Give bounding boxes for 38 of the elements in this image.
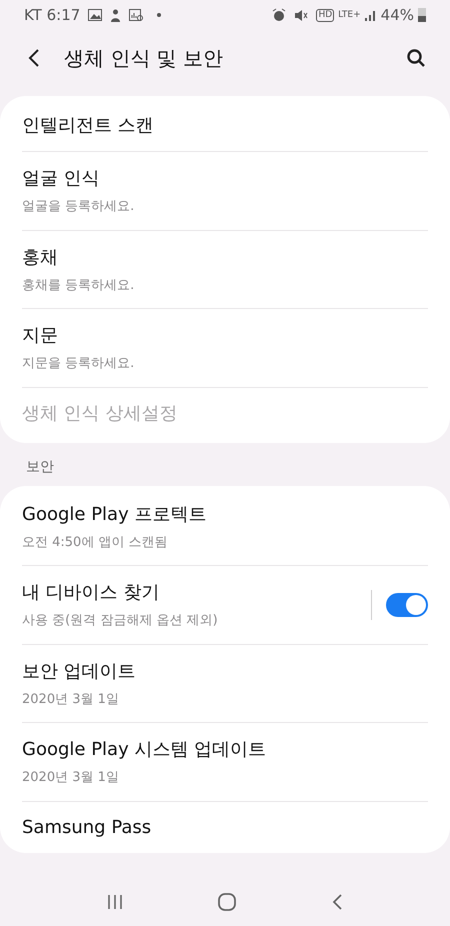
setting-subtitle: 지문을 등록하세요. bbox=[22, 355, 136, 373]
recent-apps-button[interactable] bbox=[107, 894, 123, 910]
setting-title[interactable]: 내 디바이스 찾기 bbox=[22, 579, 371, 606]
mute-icon bbox=[294, 8, 308, 22]
setting-title[interactable]: 홍채 bbox=[22, 244, 428, 270]
back-nav-button[interactable] bbox=[331, 893, 343, 911]
setting-title[interactable]: 인텔리전트 스캔 bbox=[22, 112, 428, 139]
person-icon bbox=[110, 8, 122, 22]
signal-icon bbox=[364, 9, 377, 21]
setting-subtitle: 홍채를 등록하세요. bbox=[22, 276, 136, 294]
image-icon bbox=[88, 9, 102, 21]
page-title: 생체 인식 및 보안 bbox=[64, 45, 224, 72]
carrier-time: KT 6:17 bbox=[24, 4, 80, 26]
setting-subtitle: 얼굴을 등록하세요. bbox=[22, 198, 136, 216]
setting-title[interactable]: Samsung Pass bbox=[22, 814, 428, 840]
alarm-icon bbox=[272, 8, 286, 22]
search-icon bbox=[406, 48, 426, 68]
home-button[interactable] bbox=[217, 892, 237, 912]
toggle-switch[interactable] bbox=[386, 592, 428, 617]
setting-title[interactable]: Google Play 프로텍트 bbox=[22, 500, 428, 528]
setting-subtitle: 오전 4:50에 앱이 스캔됨 bbox=[22, 534, 169, 552]
home-icon bbox=[217, 892, 237, 912]
setting-subtitle: 사용 중(원격 잠금해제 옵션 제외) bbox=[22, 612, 219, 630]
recent-apps-icon bbox=[107, 894, 123, 910]
battery-percent: 44% bbox=[380, 4, 414, 26]
chart-search-icon bbox=[129, 8, 146, 22]
section-header: 보안 bbox=[26, 458, 55, 476]
network-label: LTE+ bbox=[338, 10, 361, 20]
setting-title[interactable]: Google Play 시스템 업데이트 bbox=[22, 736, 428, 763]
setting-title[interactable]: 지문 bbox=[22, 322, 428, 349]
setting-title[interactable]: 보안 업데이트 bbox=[22, 658, 428, 684]
setting-subtitle: 2020년 3월 1일 bbox=[22, 769, 120, 787]
hd-label: HD bbox=[316, 8, 334, 22]
battery-icon bbox=[418, 8, 426, 22]
setting-title[interactable]: 얼굴 인식 bbox=[22, 165, 428, 192]
setting-subtitle: 2020년 3월 1일 bbox=[22, 690, 120, 708]
back-icon bbox=[28, 49, 40, 67]
back-icon bbox=[331, 893, 343, 911]
